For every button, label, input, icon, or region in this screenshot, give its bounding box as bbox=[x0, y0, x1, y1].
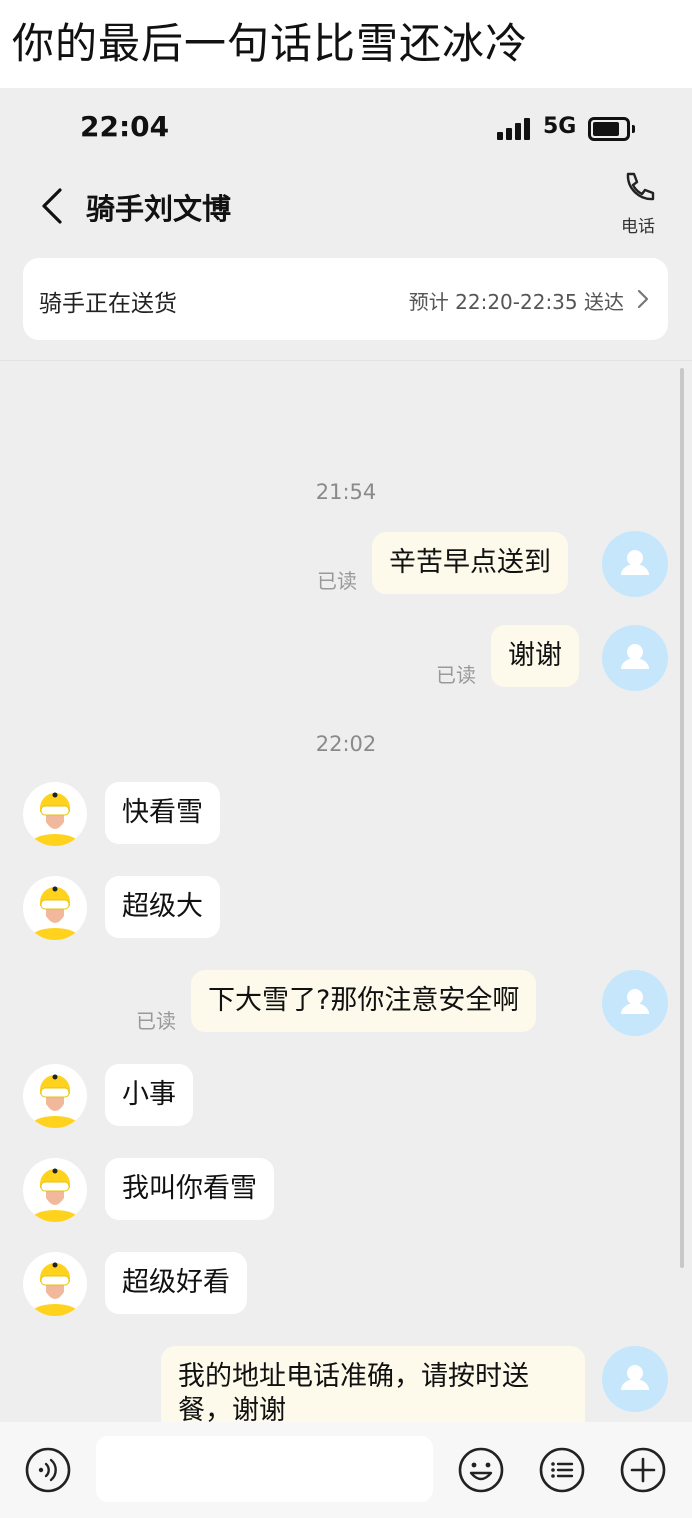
battery-cap bbox=[632, 125, 635, 133]
network-type: 5G bbox=[543, 114, 577, 139]
input-bar bbox=[0, 1422, 692, 1518]
message-input[interactable] bbox=[96, 1436, 433, 1502]
phone-screen: 21:54 已读 辛苦早点送到 已读 谢谢 22:02 快看雪 超级大 已读 下… bbox=[0, 88, 692, 1518]
user-avatar-icon[interactable] bbox=[602, 1346, 668, 1412]
message-bubble-incoming[interactable]: 超级好看 bbox=[105, 1252, 247, 1314]
read-receipt: 已读 bbox=[136, 1009, 176, 1033]
message-bubble-outgoing[interactable]: 辛苦早点送到 bbox=[372, 532, 568, 594]
rider-avatar-icon[interactable] bbox=[23, 876, 87, 940]
message-bubble-outgoing[interactable]: 下大雪了?那你注意安全啊 bbox=[191, 970, 537, 1032]
quick-reply-icon[interactable] bbox=[538, 1446, 586, 1494]
emoji-icon[interactable] bbox=[457, 1446, 505, 1494]
timestamp: 22:02 bbox=[315, 732, 377, 756]
rider-avatar-icon[interactable] bbox=[23, 1064, 87, 1128]
delivery-status-card[interactable]: 骑手正在送货 预计 22:20-22:35 送达 bbox=[23, 258, 668, 340]
user-avatar-icon[interactable] bbox=[602, 970, 668, 1036]
header-divider bbox=[0, 360, 692, 361]
user-avatar-icon[interactable] bbox=[602, 625, 668, 691]
phone-icon bbox=[620, 170, 656, 206]
meme-caption: 你的最后一句话比雪还冰冷 bbox=[0, 0, 692, 88]
voice-icon[interactable] bbox=[24, 1446, 72, 1494]
rider-avatar-icon[interactable] bbox=[23, 1158, 87, 1222]
back-icon[interactable] bbox=[36, 186, 76, 226]
delivery-eta: 预计 22:20-22:35 送达 bbox=[408, 290, 624, 314]
read-receipt: 已读 bbox=[436, 663, 476, 687]
message-bubble-incoming[interactable]: 小事 bbox=[105, 1064, 193, 1126]
delivery-status: 骑手正在送货 bbox=[39, 291, 177, 317]
message-bubble-outgoing[interactable]: 谢谢 bbox=[491, 625, 579, 687]
page-title: 骑手刘文博 bbox=[86, 192, 232, 226]
status-time: 22:04 bbox=[80, 110, 170, 143]
timestamp: 21:54 bbox=[315, 480, 377, 504]
plus-icon[interactable] bbox=[619, 1446, 667, 1494]
chevron-right-icon bbox=[636, 288, 650, 310]
message-bubble-incoming[interactable]: 我叫你看雪 bbox=[105, 1158, 274, 1220]
read-receipt: 已读 bbox=[317, 569, 357, 593]
status-bar: 22:04 5G bbox=[0, 88, 692, 170]
chat-scrollbar[interactable] bbox=[680, 368, 684, 1268]
signal-icon bbox=[497, 118, 535, 140]
battery-icon bbox=[588, 117, 630, 141]
call-button[interactable]: 电话 bbox=[608, 170, 668, 240]
rider-avatar-icon[interactable] bbox=[23, 1252, 87, 1316]
message-bubble-incoming[interactable]: 快看雪 bbox=[105, 782, 220, 844]
call-label: 电话 bbox=[621, 217, 655, 237]
rider-avatar-icon[interactable] bbox=[23, 782, 87, 846]
message-bubble-incoming[interactable]: 超级大 bbox=[105, 876, 220, 938]
root: 你的最后一句话比雪还冰冷 21:54 已读 辛苦早点送到 已读 谢谢 22:02 bbox=[0, 0, 692, 1518]
message-line: 我的地址电话准确，请按时送 bbox=[178, 1361, 529, 1392]
nav-bar: 骑手刘文博 电话 bbox=[0, 170, 692, 250]
user-avatar-icon[interactable] bbox=[602, 531, 668, 597]
